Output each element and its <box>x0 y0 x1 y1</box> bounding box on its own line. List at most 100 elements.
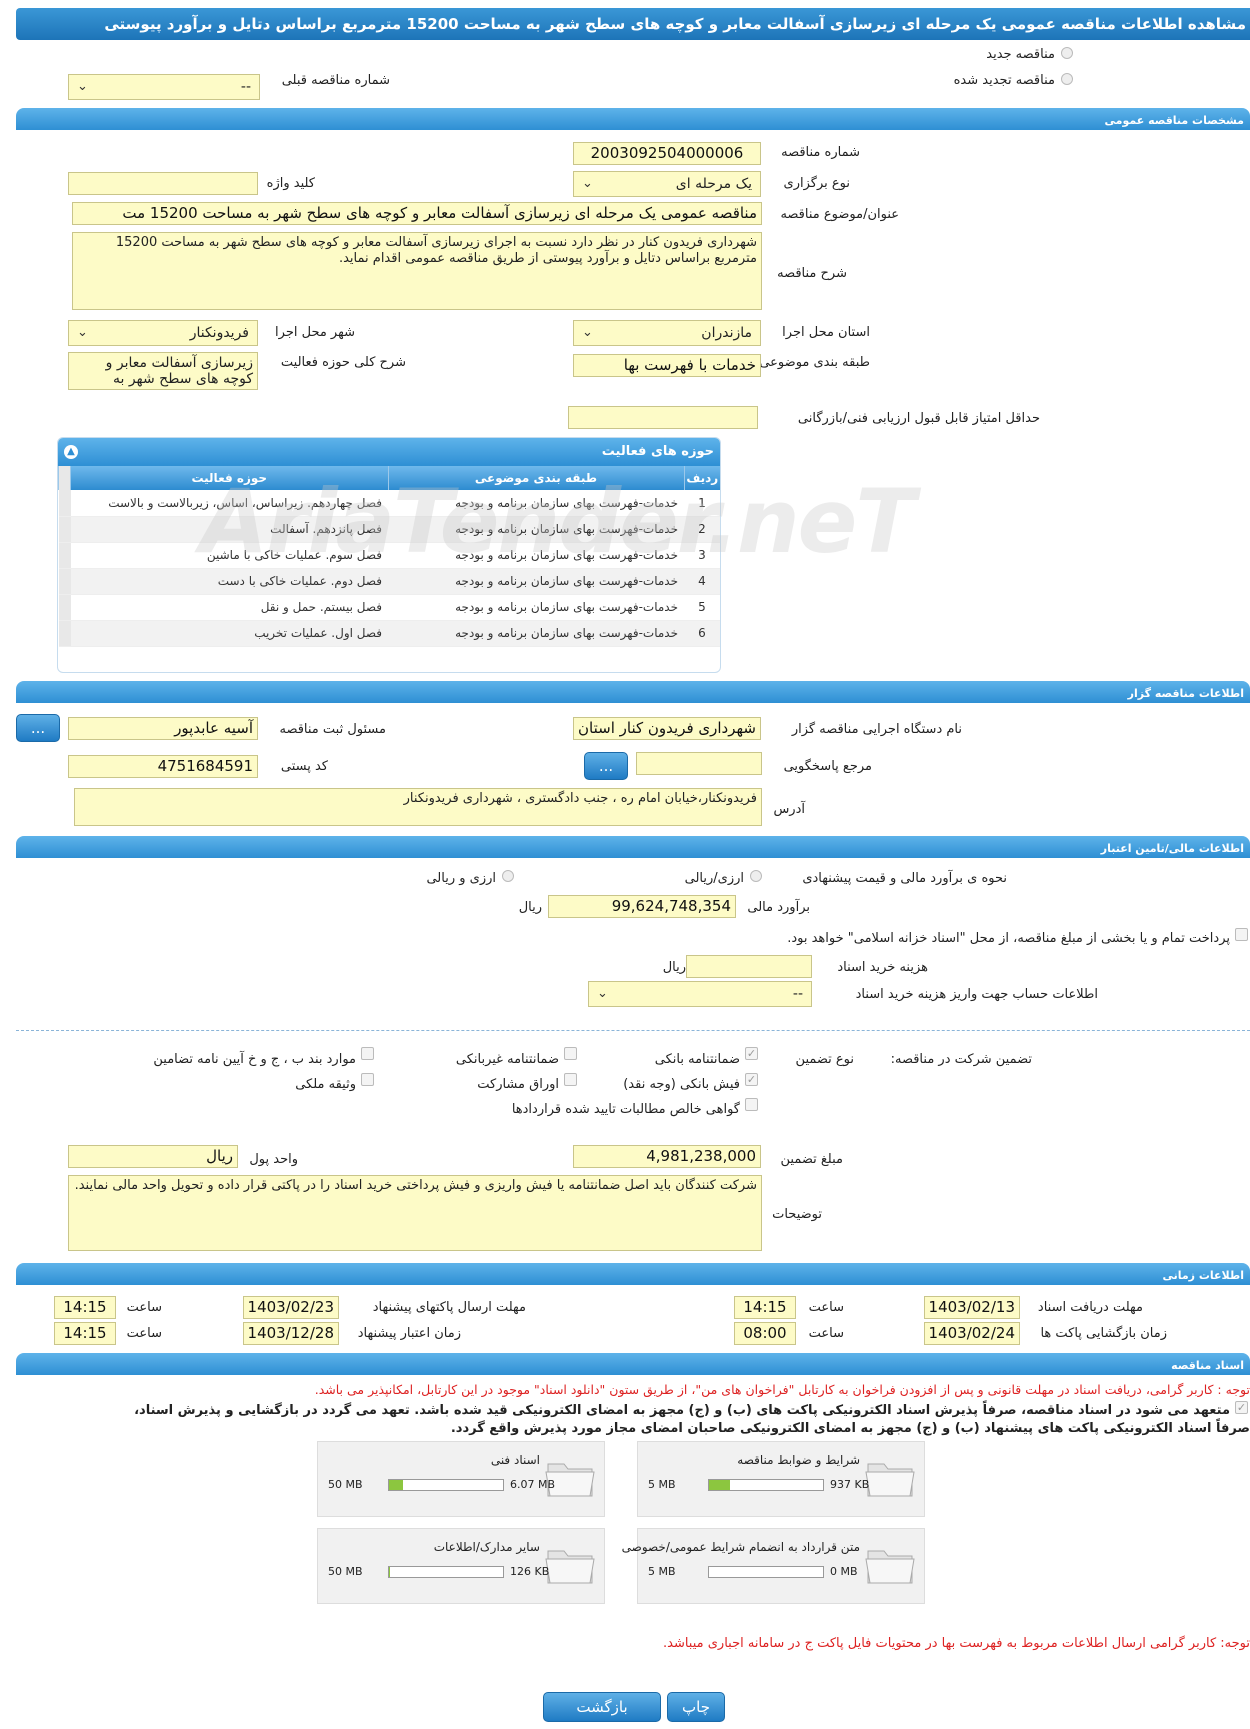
subject-field[interactable]: مناقصه عمومی یک مرحله ای زیرسازی آسفالت … <box>72 202 762 225</box>
file-terms[interactable]: شرایط و ضوابط مناقصه 5 MB 937 KB <box>637 1441 925 1517</box>
receipt-label: فیش بانکی (وجه نقد) <box>623 1077 740 1092</box>
ref-label: مرجع پاسخگویی <box>783 759 872 774</box>
doc-cost-field[interactable] <box>686 955 812 978</box>
province-select[interactable]: مازندران ⌄ <box>573 320 761 346</box>
treasury-text: پرداخت تمام و یا بخشی از مبلغ مناقصه، از… <box>787 931 1230 946</box>
file-name: شرایط و ضوابط مناقصه <box>737 1453 860 1467</box>
bank-guarantee-label: ضمانتنامه بانکی <box>654 1052 740 1067</box>
chevron-down-icon: ⌄ <box>582 176 593 191</box>
notes-field[interactable]: شرکت کنندگان باید اصل ضمانتنامه یا فیش و… <box>68 1175 762 1251</box>
postal-field[interactable]: 4751684591 <box>68 755 258 778</box>
file-other[interactable]: سایر مدارک/اطلاعات 50 MB 126 KB <box>317 1528 605 1604</box>
keyword-field[interactable] <box>68 172 258 195</box>
row-scope: فصل بیستم. حمل و نقل <box>70 594 388 621</box>
account-select[interactable]: -- ⌄ <box>588 981 812 1007</box>
table-row: 6 خدمات-فهرست بهای سازمان برنامه و بودجه ف… <box>58 620 720 647</box>
estimate-field[interactable]: 99,624,748,354 <box>548 895 736 918</box>
open-date-field[interactable]: 1403/02/24 <box>924 1322 1020 1345</box>
property-checkbox[interactable] <box>361 1073 374 1086</box>
min-score-label: حداقل امتیاز قابل قبول ارزیابی فنی/بازرگ… <box>797 411 1040 426</box>
receive-date-field[interactable]: 1403/02/13 <box>924 1296 1020 1319</box>
file-size: 937 KB <box>830 1478 870 1491</box>
tender-number-field[interactable]: 2003092504000006 <box>573 142 761 165</box>
city-select[interactable]: فریدونکنار ⌄ <box>68 320 258 346</box>
file-max: 5 MB <box>648 1478 676 1491</box>
min-score-field[interactable] <box>568 406 758 429</box>
send-date-field[interactable]: 1403/02/23 <box>243 1296 339 1319</box>
file-technical[interactable]: اسناد فنی 50 MB 6.07 MB <box>317 1441 605 1517</box>
general-section-header: مشخصات مناقصه عمومی <box>16 108 1250 130</box>
file-name: سایر مدارک/اطلاعات <box>433 1540 540 1554</box>
certificate-checkbox[interactable] <box>745 1098 758 1111</box>
type-select[interactable]: یک مرحله ای ⌄ <box>573 171 761 197</box>
method-label: نحوه ی برآورد مالی و قیمت پیشنهادی <box>802 871 1007 886</box>
account-label: اطلاعات حساب جهت واریز هزینه خرید اسناد <box>855 987 1098 1002</box>
collapse-icon[interactable]: ▲ <box>64 445 78 459</box>
print-button[interactable]: چاپ <box>667 1692 725 1722</box>
address-field[interactable]: فریدونکنار،خیابان امام ره ، جنب دادگستری… <box>74 788 762 826</box>
subject-label: عنوان/موضوع مناقصه <box>780 207 899 222</box>
file-progress <box>388 1566 504 1578</box>
amount-label: مبلغ تضمین <box>780 1152 843 1167</box>
send-time-field[interactable]: 14:15 <box>54 1296 116 1319</box>
org-label: نام دستگاه اجرایی مناقصه گزار <box>791 722 962 737</box>
currency-field[interactable]: ریال <box>68 1145 238 1168</box>
chevron-down-icon: ⌄ <box>77 79 88 94</box>
back-button[interactable]: بازگشت <box>543 1692 661 1722</box>
receive-time-field[interactable]: 14:15 <box>734 1296 796 1319</box>
scope-field[interactable]: زیرسازی آسفالت معابر و کوچه های سطح شهر … <box>68 352 258 390</box>
prev-number-select[interactable]: -- ⌄ <box>68 74 260 100</box>
file-name: اسناد فنی <box>490 1453 540 1467</box>
folder-icon <box>865 1463 915 1497</box>
file-size: 0 MB <box>830 1565 858 1578</box>
type-label: نوع برگزاری <box>783 176 850 191</box>
clauses-label: موارد بند ب ، ج و خ آیین نامه تضامین <box>153 1052 356 1067</box>
commit-text-2: صرفاً اسناد الکترونیکی پاکت های پیشنهاد … <box>450 1421 1250 1436</box>
receipt-checkbox[interactable]: ✓ <box>745 1073 758 1086</box>
certificate-label: گواهی خالص مطالبات تایید شده قراردادها <box>511 1102 740 1117</box>
file-progress <box>708 1479 824 1491</box>
org-field[interactable]: شهرداری فریدون کنار استان <box>573 717 761 740</box>
chevron-down-icon: ⌄ <box>582 325 593 340</box>
renewed-tender-radio[interactable] <box>1061 73 1073 85</box>
chevron-down-icon: ⌄ <box>77 325 88 340</box>
clauses-checkbox[interactable] <box>361 1047 374 1060</box>
valid-time-field[interactable]: 14:15 <box>54 1322 116 1345</box>
commit-text-1: متعهد می شود در اسناد مناقصه، صرفاً پذیر… <box>134 1403 1230 1418</box>
chevron-down-icon: ⌄ <box>597 986 608 1001</box>
open-time-field[interactable]: 08:00 <box>734 1322 796 1345</box>
commit-checkbox[interactable]: ✓ <box>1235 1401 1248 1414</box>
nonbank-guarantee-checkbox[interactable] <box>564 1047 577 1060</box>
docs-note: توجه : کاربر گرامی، دریافت اسناد در مهلت… <box>314 1382 1250 1397</box>
property-label: وثیقه ملکی <box>295 1077 356 1092</box>
desc-field[interactable]: شهرداری فریدون کنار در نظر دارد نسبت به … <box>72 232 762 310</box>
method-opt1-label: ارزی/ریالی <box>684 871 744 886</box>
open-label: زمان بازگشایی پاکت ها <box>1040 1326 1167 1341</box>
amount-field[interactable]: 4,981,238,000 <box>573 1145 761 1168</box>
notes-label: توضیحات <box>772 1207 822 1222</box>
category-field[interactable]: خدمات با فهرست بها <box>573 354 761 377</box>
divider <box>16 1030 1250 1031</box>
valid-label: زمان اعتبار پیشنهاد <box>357 1326 461 1341</box>
prev-number-label: شماره مناقصه قبلی <box>281 73 390 88</box>
file-contract[interactable]: متن قرارداد به انضمام شرایط عمومی/خصوصی … <box>622 1528 925 1604</box>
treasury-checkbox[interactable] <box>1235 928 1248 941</box>
officer-field[interactable]: آسیه عابدپور <box>68 717 258 740</box>
scope-label: شرح کلی حوزه فعالیت <box>280 355 406 370</box>
file-size: 6.07 MB <box>510 1478 556 1491</box>
select-officer-button[interactable]: ... <box>16 714 60 742</box>
method-opt2-radio[interactable] <box>502 870 514 882</box>
send-hour-label: ساعت <box>126 1300 162 1315</box>
estimate-rial: ریال <box>518 900 542 915</box>
valid-date-field[interactable]: 1403/12/28 <box>243 1322 339 1345</box>
bank-guarantee-checkbox[interactable]: ✓ <box>745 1047 758 1060</box>
method-opt1-radio[interactable] <box>750 870 762 882</box>
new-tender-radio[interactable] <box>1061 47 1073 59</box>
ref-field[interactable] <box>636 752 762 775</box>
select-ref-button[interactable]: ... <box>584 752 628 780</box>
doc-cost-label: هزینه خرید اسناد <box>837 960 928 975</box>
tender-number-label: شماره مناقصه <box>781 145 860 160</box>
file-progress <box>708 1566 824 1578</box>
bonds-checkbox[interactable] <box>564 1073 577 1086</box>
file-name: متن قرارداد به انضمام شرایط عمومی/خصوصی <box>621 1540 860 1554</box>
